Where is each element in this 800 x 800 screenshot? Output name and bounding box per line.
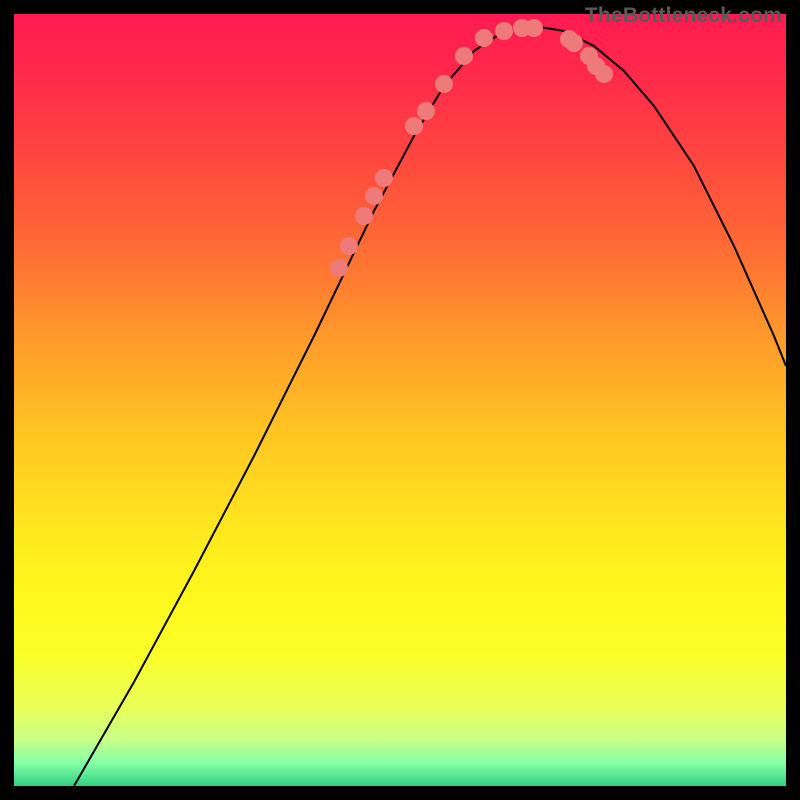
chart-container: TheBottleneck.com [0, 0, 800, 800]
plot-area [14, 14, 786, 786]
highlighted-dots [14, 14, 786, 786]
watermark-text: TheBottleneck.com [585, 4, 782, 28]
